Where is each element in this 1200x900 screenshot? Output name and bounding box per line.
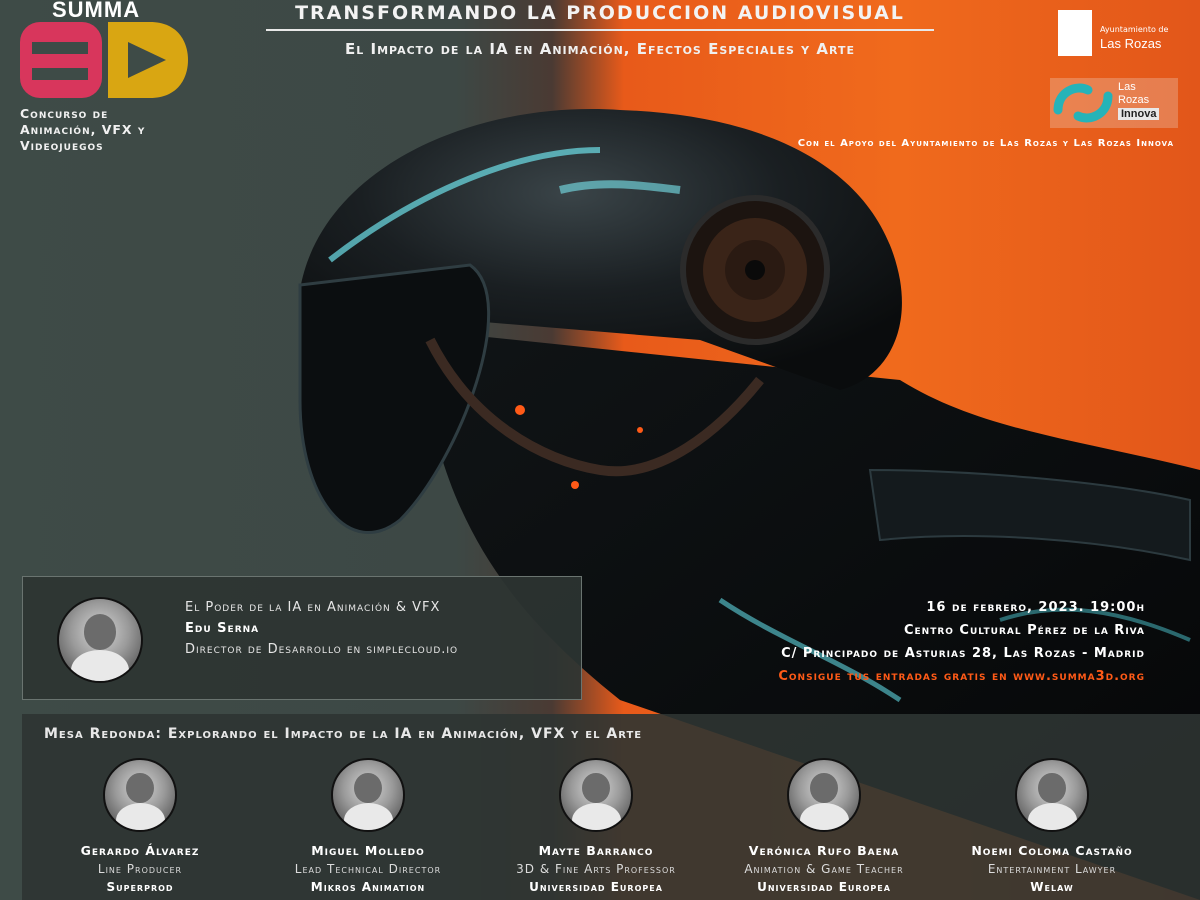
panelist-avatar — [331, 758, 405, 832]
panelist-name: Noemi Coloma Castaño — [971, 843, 1133, 858]
event-info: 16 de febrero, 2023. 19:00h Centro Cultu… — [778, 596, 1145, 688]
page-title: TRANSFORMANDO LA PRODUCCION AUDIOVISUAL — [295, 2, 905, 24]
panelist-org: Universidad Europea — [529, 880, 663, 894]
logo-subtitle: Concurso de Animación, VFX y Videojuegos — [20, 106, 195, 154]
ayuntamiento-logo: Ayuntamiento de Las Rozas — [1058, 10, 1188, 60]
keynote-speaker-name: Edu Serna — [185, 621, 260, 636]
panelist-card: Verónica Rufo Baena Animation & Game Tea… — [714, 758, 934, 896]
keynote-details: El Poder de la IA en Animación & VFX Edu… — [185, 597, 458, 660]
support-note: Con el Apoyo del Ayuntamiento de Las Roz… — [797, 138, 1174, 149]
panelist-card: Gerardo Álvarez Line Producer Superprod — [30, 758, 250, 896]
panelist-avatar — [559, 758, 633, 832]
panelist-role: Lead Technical Director — [294, 862, 442, 876]
panelist-avatar — [103, 758, 177, 832]
logo-subtitle-line: Animación, VFX y — [20, 122, 146, 137]
panelist-avatar — [1015, 758, 1089, 832]
innova-text: Rozas — [1118, 94, 1150, 106]
ayuntamiento-name: Las Rozas — [1100, 36, 1162, 51]
round-table-panel: Mesa Redonda: Explorando el Impacto de l… — [22, 714, 1200, 900]
panelist-role: 3D & Fine Arts Professor — [516, 862, 676, 876]
page-subtitle: El Impacto de la IA en Animación, Efecto… — [345, 40, 855, 58]
panelist-org: Universidad Europea — [757, 880, 891, 894]
innova-text: Innova — [1118, 108, 1160, 120]
keynote-speaker-avatar — [57, 597, 143, 683]
panelist-card: Mayte Barranco 3D & Fine Arts Professor … — [486, 758, 706, 896]
innova-swirl-icon — [1053, 83, 1113, 123]
logo-subtitle-line: Concurso de — [20, 106, 109, 121]
ayuntamiento-emblem-icon — [1058, 10, 1092, 56]
panelist-role: Animation & Game Teacher — [744, 862, 904, 876]
panelist-role: Entertainment Lawyer — [987, 862, 1117, 876]
event-venue: Centro Cultural Pérez de la Riva — [903, 623, 1145, 638]
panelist-card: Noemi Coloma Castaño Entertainment Lawye… — [942, 758, 1162, 896]
logo-subtitle-line: Videojuegos — [20, 138, 104, 153]
keynote-speaker-role: Director de Desarrollo en simplecloud.io — [185, 642, 459, 657]
panelist-name: Miguel Molledo — [311, 843, 425, 858]
panelist-org: Superprod — [106, 880, 174, 894]
keynote-panel: El Poder de la IA en Animación & VFX Edu… — [22, 576, 582, 700]
innova-text: Las — [1118, 81, 1136, 93]
las-rozas-innova-logo: Las Rozas Innova — [1050, 78, 1178, 128]
panelist-org: Mikros Animation — [310, 880, 426, 894]
event-date: 16 de febrero, 2023. 19:00h — [926, 600, 1145, 615]
event-address: C/ Principado de Asturias 28, Las Rozas … — [781, 646, 1145, 661]
panelist-card: Miguel Molledo Lead Technical Director M… — [258, 758, 478, 896]
panelist-org: Welaw — [1030, 880, 1074, 894]
panelist-name: Verónica Rufo Baena — [748, 843, 900, 858]
panelist-avatar — [787, 758, 861, 832]
title-divider — [266, 29, 934, 31]
panelist-name: Mayte Barranco — [538, 843, 654, 858]
round-table-title: Mesa Redonda: Explorando el Impacto de l… — [44, 726, 643, 742]
keynote-topic: El Poder de la IA en Animación & VFX — [185, 600, 441, 615]
panelist-role: Line Producer — [97, 862, 183, 876]
logo-3d-mark — [20, 22, 188, 98]
tickets-link[interactable]: Consigue tus entradas gratis en www.summ… — [778, 665, 1145, 688]
panelist-name: Gerardo Álvarez — [80, 843, 200, 858]
ayuntamiento-label: Ayuntamiento de — [1100, 25, 1169, 34]
